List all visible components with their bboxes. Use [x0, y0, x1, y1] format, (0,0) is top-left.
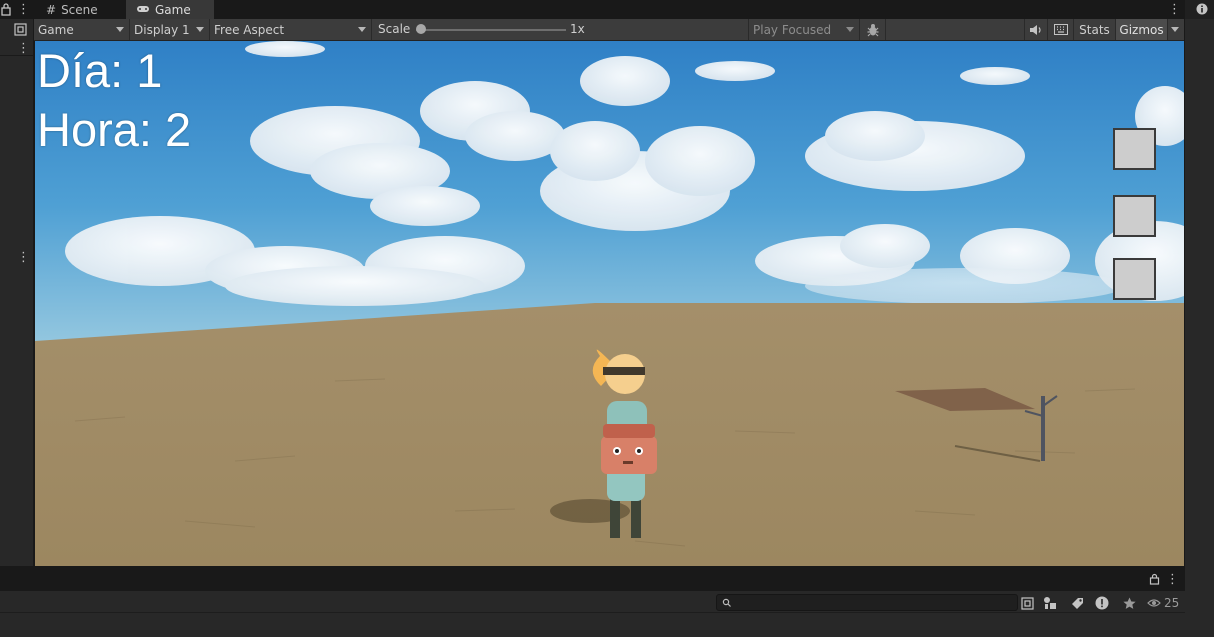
shapes-icon [1044, 597, 1056, 609]
keyboard-icon [1053, 24, 1068, 35]
chevron-down-icon [196, 27, 204, 32]
lock-icon[interactable] [1149, 573, 1160, 585]
scale-label: Scale [378, 22, 411, 36]
hash-grid-icon: # [46, 2, 57, 17]
kebab-menu-icon[interactable]: ⋮ [1166, 573, 1179, 586]
gizmos-dropdown[interactable] [1168, 19, 1184, 40]
display-dropdown-label: Display 1 [134, 22, 190, 37]
kebab-menu-icon[interactable]: ⋮ [1168, 3, 1181, 16]
stats-button[interactable]: Stats [1074, 19, 1116, 40]
scene-link-icon[interactable] [14, 23, 27, 36]
speaker-icon [1030, 24, 1041, 35]
kebab-menu-icon[interactable]: ⋮ [17, 251, 30, 264]
chevron-down-icon [116, 27, 124, 32]
game-view-toolbar: Game Display 1 Free Aspect Scale 1x Play… [34, 19, 1184, 41]
inspector-tab-strip: ⋮ [1168, 0, 1214, 19]
star-icon [1122, 597, 1136, 609]
day-counter: Día: 1 [37, 44, 163, 97]
inventory-slot[interactable] [1113, 195, 1156, 237]
game-render [35, 41, 1184, 566]
console-divider [0, 612, 1185, 613]
scale-slider-track[interactable] [416, 29, 566, 31]
aspect-dropdown[interactable]: Free Aspect [210, 19, 372, 40]
gizmos-button[interactable]: Gizmos [1116, 19, 1168, 40]
scale-control: Scale 1x [372, 19, 752, 40]
filter-label-button[interactable] [1068, 594, 1086, 612]
visibility-count[interactable]: 25 [1147, 594, 1179, 612]
eye-icon [1147, 599, 1161, 607]
chevron-down-icon [358, 27, 366, 32]
bug-icon [867, 23, 878, 36]
inventory-slot[interactable] [1113, 128, 1156, 170]
favorites-button[interactable] [1120, 594, 1138, 612]
scene-link-button[interactable] [1018, 594, 1036, 612]
visibility-count-label: 25 [1164, 596, 1180, 610]
hierarchy-panel: ⋮ ⋮ [0, 19, 34, 566]
gamepad-icon [136, 3, 150, 17]
kebab-menu-icon[interactable]: ⋮ [17, 42, 30, 55]
filter-type-button[interactable] [1041, 594, 1059, 612]
inspector-panel [1185, 19, 1214, 637]
panel-divider [0, 55, 34, 56]
hour-counter: Hora: 2 [37, 103, 192, 156]
aspect-dropdown-label: Free Aspect [214, 22, 285, 37]
scale-value: 1x [570, 22, 585, 36]
tab-scene[interactable]: # Scene [36, 0, 126, 19]
debug-bug-button[interactable] [860, 19, 886, 40]
alert-icon [1095, 596, 1109, 610]
tab-scene-label: Scene [61, 2, 98, 17]
play-mode-dropdown[interactable]: Play Focused [748, 19, 860, 40]
tab-strip: ⋮ # Scene Game [0, 0, 1214, 19]
lock-icon[interactable] [0, 2, 12, 16]
search-input[interactable] [716, 594, 1018, 611]
target-dropdown[interactable]: Game [34, 19, 130, 40]
target-dropdown-label: Game [38, 22, 74, 37]
keyboard-shortcuts-button[interactable] [1048, 19, 1074, 40]
tag-icon [1071, 597, 1083, 609]
search-icon [722, 598, 731, 607]
console-tab-strip: ⋮ [0, 566, 1185, 591]
error-filter-button[interactable] [1093, 594, 1111, 612]
tab-game-label: Game [155, 2, 191, 17]
scene-link-icon [1020, 596, 1034, 610]
inventory-slot[interactable] [1113, 258, 1156, 300]
play-mode-label: Play Focused [753, 22, 832, 37]
display-dropdown[interactable]: Display 1 [130, 19, 210, 40]
game-viewport[interactable]: Día: 1 Hora: 2 [35, 41, 1184, 566]
kebab-menu-icon[interactable]: ⋮ [17, 3, 30, 16]
info-icon[interactable] [1196, 3, 1208, 15]
gizmos-label: Gizmos [1119, 22, 1164, 37]
stats-label: Stats [1079, 22, 1110, 37]
scale-slider-handle[interactable] [416, 24, 426, 34]
chevron-down-icon [846, 27, 854, 32]
tab-game[interactable]: Game [126, 0, 214, 19]
chevron-down-icon [1171, 27, 1179, 32]
mute-audio-button[interactable] [1024, 19, 1048, 40]
